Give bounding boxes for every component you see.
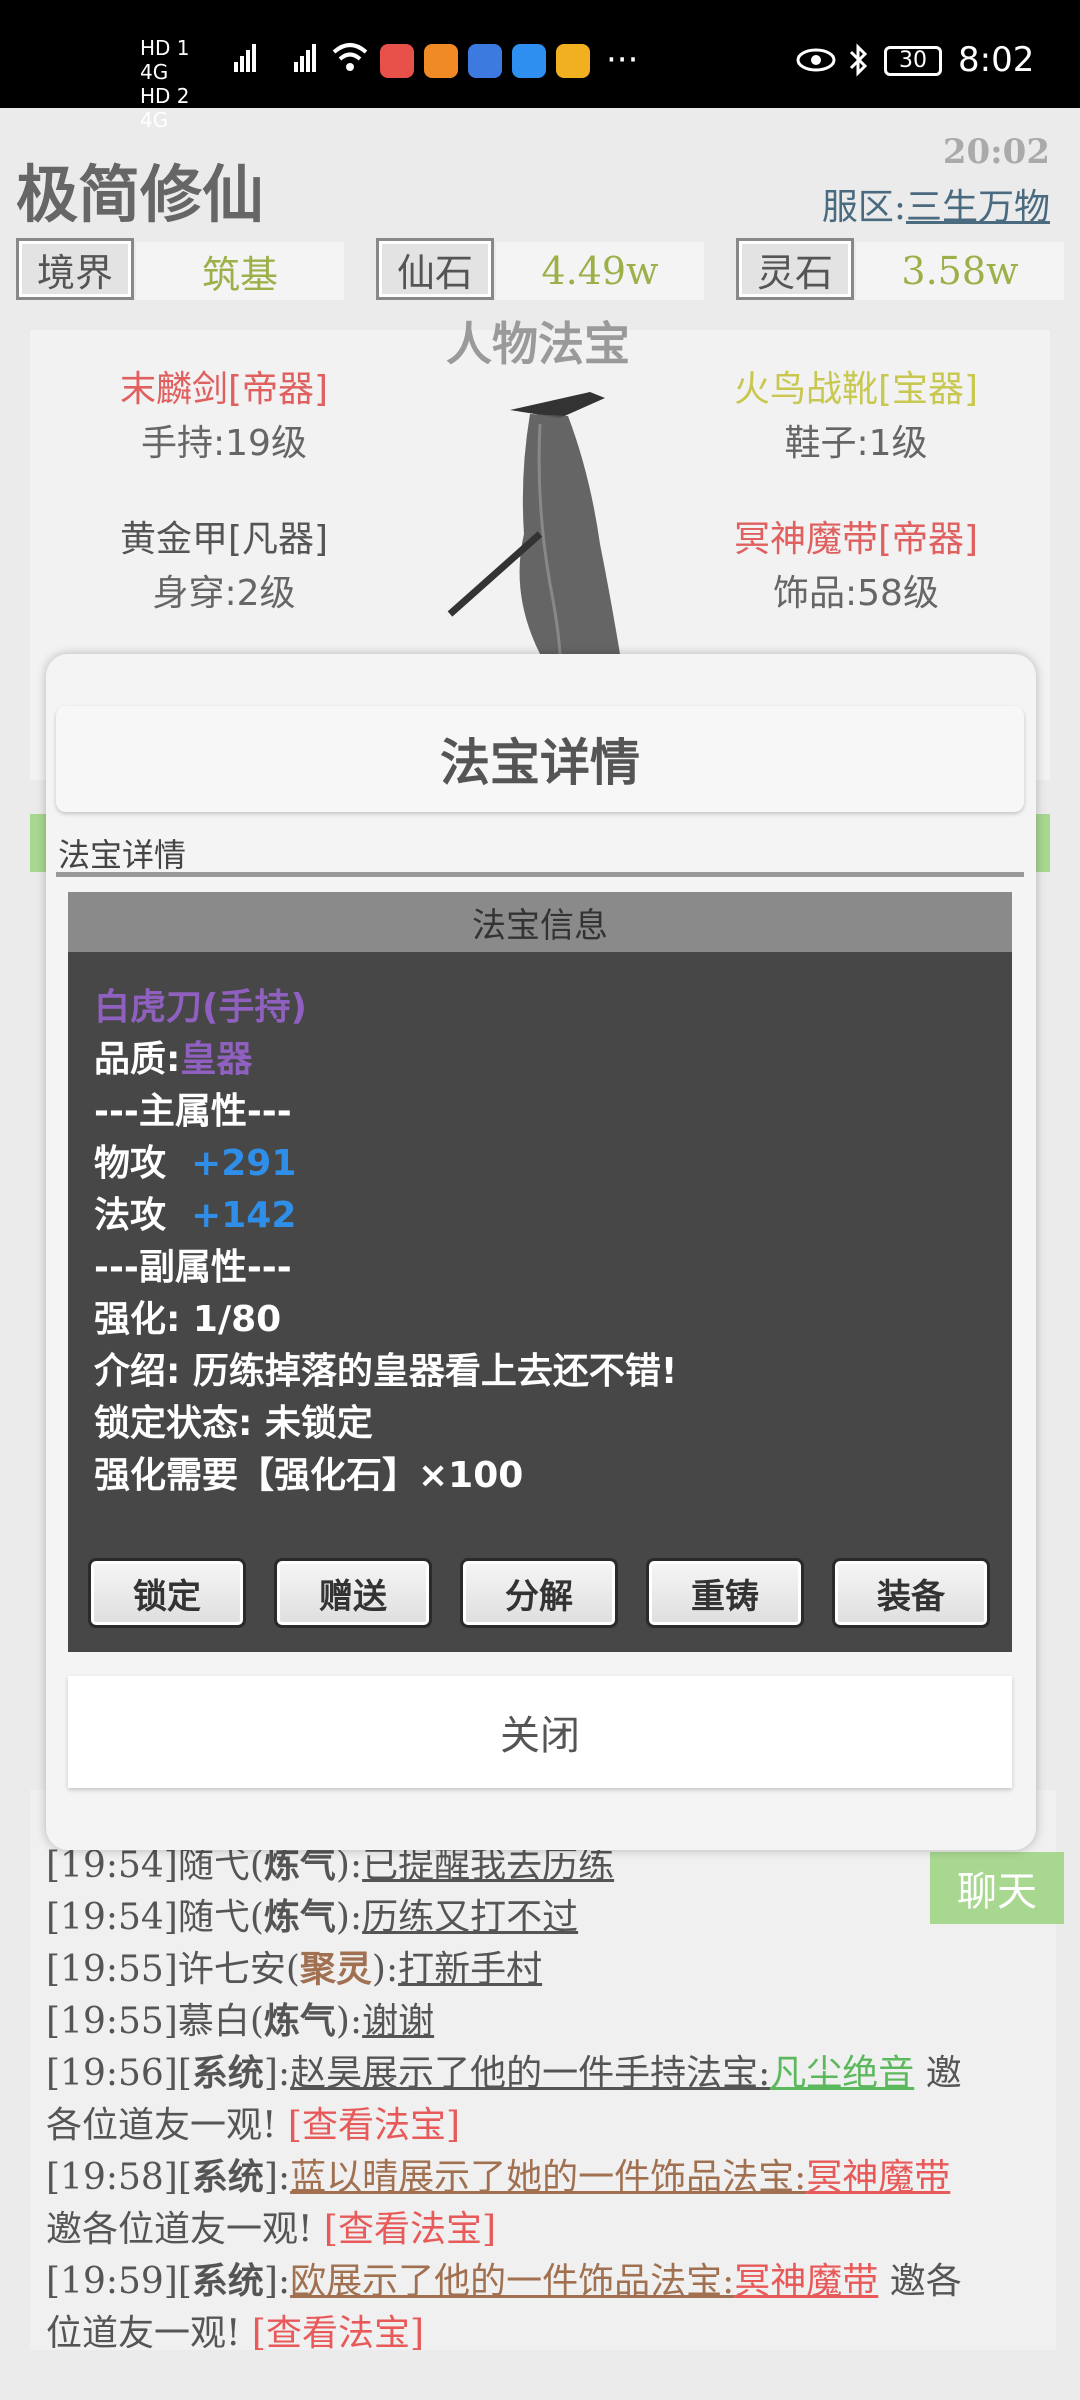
artifact-name: 白虎刀(手持)	[94, 987, 307, 1028]
immortal-stone-value: 4.49w	[496, 242, 704, 300]
view-artifact-link[interactable]: [查看法宝]	[252, 2313, 424, 2354]
artifact-quality: 品质:皇器	[94, 1039, 253, 1080]
system-message-cont: 位道友一观! [查看法宝]	[46, 2313, 425, 2354]
immortal-stone-label: 仙石	[376, 238, 494, 300]
equip-boots-slot: 鞋子:1级	[784, 423, 928, 464]
gift-button[interactable]: 赠送	[274, 1558, 432, 1628]
enhance-requirement: 强化需要【强化石】×100	[94, 1455, 524, 1496]
eye-icon	[796, 48, 836, 72]
view-artifact-link[interactable]: [查看法宝]	[324, 2209, 496, 2250]
system-message: [19:59][系统]:欧展示了他的一件饰品法宝:冥神魔带 邀各	[46, 2260, 962, 2302]
chat-button[interactable]: 聊天	[930, 1852, 1064, 1924]
equip-armor-slot: 身穿:2级	[152, 573, 296, 614]
equip-armor-name[interactable]: 黄金甲[凡器]	[24, 510, 424, 562]
view-artifact-link[interactable]: [查看法宝]	[288, 2105, 460, 2146]
artifact-intro: 介绍: 历练掉落的皇器看上去还不错!	[94, 1351, 678, 1392]
decompose-button[interactable]: 分解	[460, 1558, 618, 1628]
bluetooth-icon	[846, 42, 870, 78]
enhance-level: 强化: 1/80	[94, 1299, 282, 1340]
system-message-cont: 邀各位道友一观! [查看法宝]	[46, 2209, 497, 2250]
magic-attack: 法攻 +142	[94, 1195, 297, 1236]
equip-button[interactable]: 装备	[832, 1558, 990, 1628]
network-indicator: HD 1 4G HD 2 4G	[140, 36, 190, 132]
equipment-title: 人物法宝	[446, 317, 630, 371]
divider	[56, 872, 1024, 877]
app-heart-icon	[556, 44, 590, 78]
server-name[interactable]: 三生万物	[906, 187, 1050, 228]
chat-message: [19:54]随弋(炼气):历练又打不过	[46, 1896, 579, 1938]
equip-boots-name[interactable]: 火鸟战靴[宝器]	[656, 360, 1056, 412]
equip-accessory-slot: 饰品:58级	[773, 573, 939, 614]
spirit-stone-label: 灵石	[736, 238, 854, 300]
phys-attack: 物攻 +291	[94, 1143, 297, 1184]
reforge-button[interactable]: 重铸	[646, 1558, 804, 1628]
app-title: 极简修仙	[16, 158, 265, 231]
sub-attr-header: ---副属性---	[94, 1247, 292, 1288]
system-message: [19:56][系统]:赵昊展示了他的一件手持法宝:凡尘绝音 邀	[46, 2052, 962, 2094]
battery-icon: 30	[884, 46, 942, 76]
character-figure-image	[440, 384, 640, 655]
app-video-icon	[424, 44, 458, 78]
equip-weapon-name[interactable]: 末麟剑[帝器]	[24, 360, 424, 412]
modal-title: 法宝详情	[56, 706, 1024, 812]
game-time: 20:02	[942, 132, 1050, 172]
close-button[interactable]: 关闭	[68, 1676, 1012, 1788]
realm-label: 境界	[16, 238, 134, 300]
server-label: 服区:	[821, 187, 906, 228]
more-notifications: ···	[606, 40, 639, 80]
lock-button[interactable]: 锁定	[88, 1558, 246, 1628]
signal-2-icon	[264, 40, 318, 74]
lock-state: 锁定状态: 未锁定	[94, 1403, 373, 1444]
app-cloud-icon	[512, 44, 546, 78]
status-bar: HD 1 4G HD 2 4G ··· 30 8:02	[0, 0, 1080, 132]
main-attr-header: ---主属性---	[94, 1091, 292, 1132]
signal-icon	[204, 40, 258, 74]
app-book-icon	[380, 44, 414, 78]
system-message: [19:58][系统]:蓝以晴展示了她的一件饰品法宝:冥神魔带	[46, 2156, 951, 2198]
app-music-icon	[468, 44, 502, 78]
chat-message: [19:55]许七安(聚灵):打新手村	[46, 1948, 543, 1990]
clock: 8:02	[958, 40, 1035, 80]
chat-message: [19:55]慕白(炼气):谢谢	[46, 2000, 435, 2042]
modal-subtitle: 法宝详情	[58, 836, 187, 874]
equip-accessory-name[interactable]: 冥神魔带[帝器]	[656, 510, 1056, 562]
spirit-stone-value: 3.58w	[856, 242, 1064, 300]
artifact-info-header: 法宝信息	[68, 892, 1012, 952]
server-selector[interactable]: 服区:三生万物	[822, 178, 1050, 230]
equip-weapon-slot: 手持:19级	[141, 423, 307, 464]
system-message-cont: 各位道友一观! [查看法宝]	[46, 2105, 461, 2146]
realm-value: 筑基	[136, 242, 344, 300]
wifi-icon	[330, 40, 370, 74]
